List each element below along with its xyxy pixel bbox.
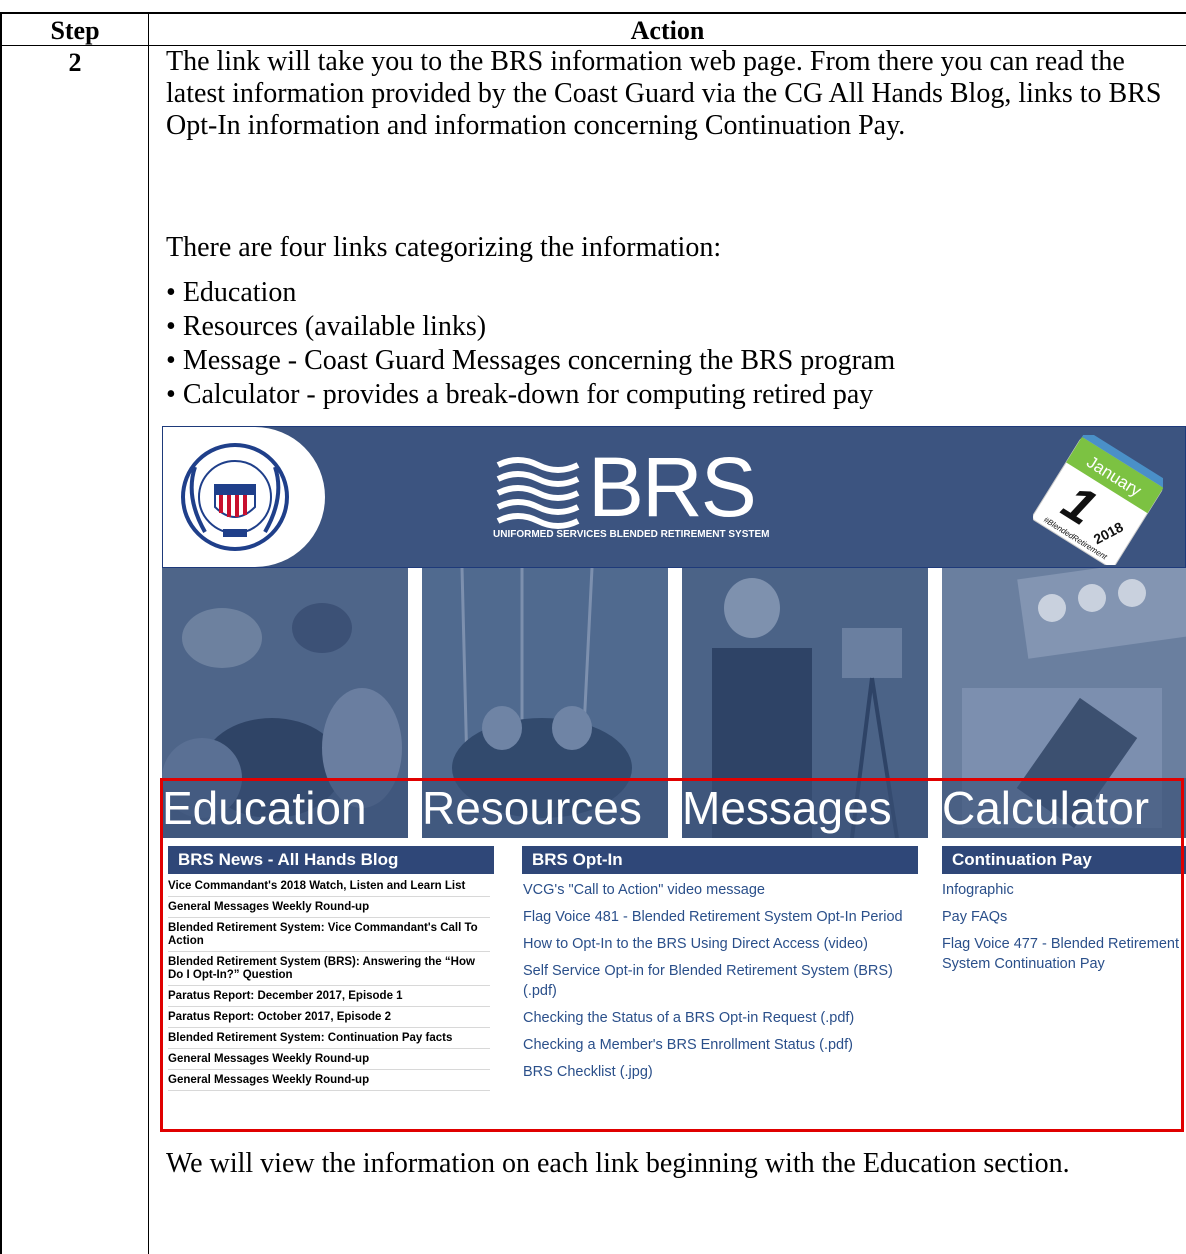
step-number: 2 <box>68 48 82 77</box>
coast-guard-seal-icon <box>181 443 289 551</box>
highlight-box <box>160 778 1184 1132</box>
four-links-paragraph: There are four links categorizing the in… <box>166 232 722 263</box>
category-list: Education Resources (available links) Me… <box>166 276 895 412</box>
category-item: Education <box>166 276 895 310</box>
seal-background <box>163 427 325 567</box>
brs-logo-subtitle: UNIFORMED SERVICES BLENDED RETIREMENT SY… <box>493 529 770 540</box>
site-banner: BRS UNIFORMED SERVICES BLENDED RETIREMEN… <box>162 426 1186 568</box>
closing-paragraph: We will view the information on each lin… <box>166 1148 1070 1179</box>
category-item: Message - Coast Guard Messages concernin… <box>166 344 895 378</box>
header-action: Action <box>630 16 705 45</box>
category-item: Calculator - provides a break-down for c… <box>166 378 895 412</box>
header-step: Step <box>50 16 100 45</box>
category-item: Resources (available links) <box>166 310 895 344</box>
inner-divider <box>148 230 149 1240</box>
intro-paragraph: The link will take you to the BRS inform… <box>166 46 1162 141</box>
brs-logo-text: BRS <box>588 440 757 534</box>
calendar-icon: January 1 2018 #BlendedRetirement <box>1033 435 1163 565</box>
